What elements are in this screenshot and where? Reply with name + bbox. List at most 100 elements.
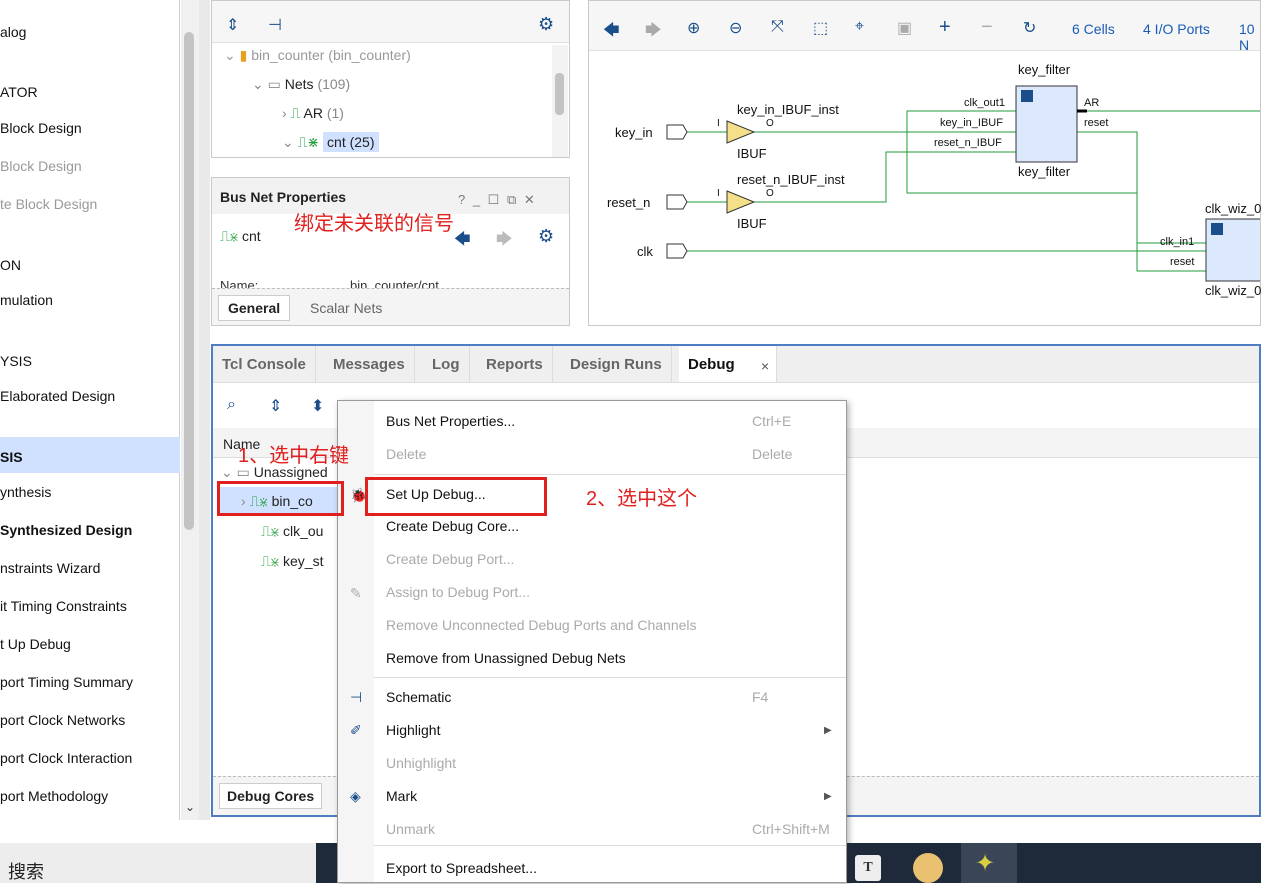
- gear-icon[interactable]: ⚙: [538, 226, 554, 247]
- typora-icon[interactable]: T: [855, 855, 881, 881]
- tree-row-ar[interactable]: › ⎍ AR (1): [282, 105, 344, 122]
- annotation-step-2: 2、选中这个: [586, 488, 698, 510]
- clk-wiz-title[interactable]: clk_wiz_0: [1205, 201, 1261, 216]
- flow-item[interactable]: mulation: [0, 292, 53, 308]
- menu-item[interactable]: Create Debug Port...: [386, 551, 514, 567]
- search-icon[interactable]: ⌕: [227, 396, 236, 414]
- port-reset-n[interactable]: reset_n: [607, 195, 650, 210]
- pin-reset: reset: [1084, 117, 1109, 129]
- flow-item[interactable]: port Methodology: [0, 788, 108, 804]
- tab-design-runs[interactable]: Design Runs: [561, 346, 672, 382]
- tab-debug-cores[interactable]: Debug Cores: [219, 783, 323, 809]
- tab-scalar-nets[interactable]: Scalar Nets: [310, 300, 382, 316]
- table-row[interactable]: ⎍⋇ clk_ou: [261, 523, 323, 540]
- menu-item[interactable]: Assign to Debug Port...: [386, 584, 530, 600]
- expand-plus-icon[interactable]: +: [939, 16, 951, 39]
- port-key-in[interactable]: key_in: [615, 125, 653, 140]
- taskbar-search[interactable]: 搜索: [8, 858, 44, 884]
- window-controls[interactable]: ? _ ☐ ⧉ ✕: [458, 192, 537, 208]
- flow-item[interactable]: Synthesized Design: [0, 522, 132, 538]
- vivado-taskbar-button[interactable]: ✦: [961, 843, 1017, 883]
- key-filter-title[interactable]: key_filter: [1018, 62, 1070, 77]
- refresh-icon[interactable]: ↻: [1023, 18, 1036, 38]
- annotation-box-1: [217, 481, 344, 516]
- back-arrow-icon[interactable]: 🡄: [454, 228, 471, 255]
- menu-item[interactable]: Unmark: [386, 821, 435, 837]
- zoom-in-icon[interactable]: ⊕: [687, 18, 700, 38]
- nets-link[interactable]: 10 N: [1239, 21, 1260, 53]
- gear-icon[interactable]: ⚙: [538, 14, 554, 35]
- tab-reports[interactable]: Reports: [477, 346, 553, 382]
- tab-log[interactable]: Log: [423, 346, 470, 382]
- tree-row-root[interactable]: ⌄ ▮ bin_counter (bin_counter): [224, 47, 411, 64]
- pin-clk-in1: clk_in1: [1160, 236, 1195, 248]
- collapse-all-icon[interactable]: ⇕: [269, 396, 282, 416]
- menu-item[interactable]: Schematic: [386, 689, 451, 705]
- menu-item[interactable]: Delete: [386, 446, 426, 462]
- ibuf-inst-1[interactable]: key_in_IBUF_inst: [737, 102, 839, 117]
- table-row[interactable]: ⎍⋇ key_st: [261, 553, 323, 570]
- menu-item[interactable]: Highlight: [386, 722, 440, 738]
- crosshair-icon[interactable]: ⌖: [855, 18, 864, 36]
- io-ports-link[interactable]: 4 I/O Ports: [1143, 21, 1210, 37]
- cell-icon[interactable]: ▣: [897, 18, 912, 38]
- properties-net-row: ⎍⋇ cnt: [220, 228, 261, 244]
- zoom-selection-icon[interactable]: ⬚: [813, 18, 828, 38]
- flow-item[interactable]: nstraints Wizard: [0, 560, 100, 576]
- flow-item[interactable]: te Block Design: [0, 196, 97, 212]
- splitter[interactable]: [199, 0, 210, 820]
- expand-cell-icon[interactable]: [1021, 90, 1033, 102]
- back-arrow-icon[interactable]: 🡄: [603, 19, 620, 46]
- menu-item[interactable]: Remove Unconnected Debug Ports and Chann…: [386, 617, 697, 633]
- flow-item[interactable]: ATOR: [0, 84, 38, 100]
- fit-view-icon[interactable]: ⤧: [771, 18, 784, 36]
- schematic-icon[interactable]: ⊣: [268, 15, 282, 35]
- flow-item[interactable]: alog: [0, 24, 26, 40]
- collapse-minus-icon[interactable]: −: [981, 16, 993, 39]
- tree-row-cnt[interactable]: ⌄ ⎍⋇ cnt (25): [282, 132, 379, 152]
- flow-item[interactable]: it Timing Constraints: [0, 598, 127, 614]
- flow-item[interactable]: port Clock Networks: [0, 712, 125, 728]
- forward-arrow-icon[interactable]: 🡆: [496, 228, 513, 255]
- collapse-all-icon[interactable]: ⇕: [226, 15, 239, 35]
- cells-link[interactable]: 6 Cells: [1072, 21, 1115, 37]
- close-icon[interactable]: ×: [761, 358, 769, 374]
- expand-cell-icon[interactable]: [1211, 223, 1223, 235]
- pin-o: O: [766, 188, 774, 199]
- netlist-scrollbar[interactable]: [552, 45, 568, 157]
- tree-row-nets[interactable]: ⌄ ▭ Nets (109): [252, 76, 350, 93]
- scrollbar-thumb[interactable]: [184, 32, 194, 530]
- flow-navigator-scrollbar[interactable]: ⌄: [181, 0, 199, 820]
- menu-item[interactable]: Unhighlight: [386, 755, 456, 771]
- flow-item[interactable]: port Timing Summary: [0, 674, 133, 690]
- zoom-out-icon[interactable]: ⊖: [729, 18, 742, 38]
- flow-item[interactable]: ynthesis: [0, 484, 51, 500]
- scroll-down-icon[interactable]: ⌄: [185, 800, 195, 814]
- flow-item[interactable]: ON: [0, 257, 21, 273]
- menu-item[interactable]: Mark: [386, 788, 417, 804]
- netlist-toolbar: ⇕ ⊣ ⚙: [212, 1, 569, 43]
- app-icon[interactable]: [913, 853, 943, 883]
- menu-item[interactable]: Create Debug Core...: [386, 518, 519, 534]
- menu-item[interactable]: Remove from Unassigned Debug Nets: [386, 650, 626, 666]
- menu-item[interactable]: Export to Spreadsheet...: [386, 860, 537, 876]
- tab-tcl-console[interactable]: Tcl Console: [213, 346, 316, 382]
- tab-general[interactable]: General: [218, 295, 291, 321]
- assign-icon: ✎: [350, 585, 362, 601]
- ibuf-inst-2[interactable]: reset_n_IBUF_inst: [737, 172, 845, 187]
- flow-item[interactable]: Block Design: [0, 158, 82, 174]
- flow-item[interactable]: Elaborated Design: [0, 388, 115, 404]
- flow-item[interactable]: Block Design: [0, 120, 82, 136]
- tab-messages[interactable]: Messages: [324, 346, 415, 382]
- schematic-canvas[interactable]: [589, 51, 1260, 325]
- menu-shortcut: Delete: [752, 446, 793, 462]
- port-clk[interactable]: clk: [637, 244, 653, 259]
- flow-item[interactable]: t Up Debug: [0, 636, 71, 652]
- menu-item[interactable]: Bus Net Properties...: [386, 413, 515, 429]
- expand-all-icon[interactable]: ⬍: [311, 396, 324, 416]
- forward-arrow-icon[interactable]: 🡆: [645, 19, 662, 46]
- flow-item[interactable]: YSIS: [0, 353, 32, 369]
- flow-item[interactable]: port Clock Interaction: [0, 750, 132, 766]
- flow-item[interactable]: SIS: [0, 449, 23, 465]
- pin-o: O: [766, 118, 774, 129]
